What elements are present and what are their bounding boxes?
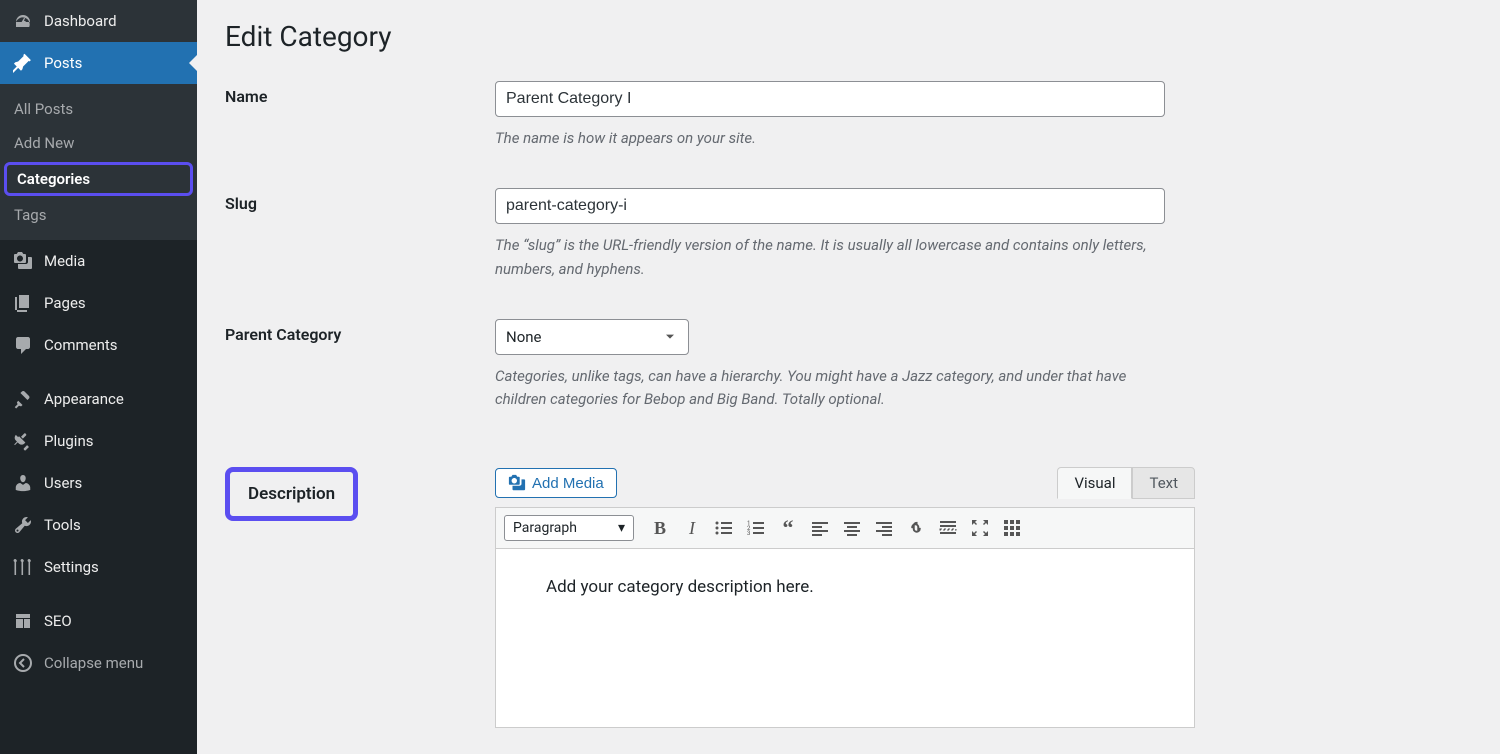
- help-name: The name is how it appears on your site.: [495, 127, 1155, 150]
- submenu-posts: All Posts Add New Categories Tags: [0, 84, 197, 240]
- align-left-button[interactable]: [806, 514, 834, 542]
- menu-label: Pages: [44, 294, 86, 312]
- label-name: Name: [225, 81, 495, 106]
- field-row-name: Name The name is how it appears on your …: [225, 81, 1472, 150]
- bold-button[interactable]: B: [646, 514, 674, 542]
- menu-label: Collapse menu: [44, 654, 143, 672]
- align-right-button[interactable]: [870, 514, 898, 542]
- seo-icon: [12, 610, 34, 632]
- submenu-categories[interactable]: Categories: [4, 162, 193, 196]
- menu-label: Appearance: [44, 390, 124, 408]
- add-media-label: Add Media: [532, 475, 604, 492]
- collapse-icon: [12, 652, 34, 674]
- admin-sidebar: Dashboard Posts All Posts Add New Catego…: [0, 0, 197, 754]
- label-description: Description: [248, 484, 335, 504]
- field-row-slug: Slug The “slug” is the URL-friendly vers…: [225, 188, 1472, 281]
- toolbar-toggle-button[interactable]: [998, 514, 1026, 542]
- editor-content[interactable]: Add your category description here.: [495, 548, 1195, 728]
- menu-item-posts[interactable]: Posts: [0, 42, 197, 84]
- menu-label: Media: [44, 252, 85, 270]
- menu-item-media[interactable]: Media: [0, 240, 197, 282]
- align-center-button[interactable]: [838, 514, 866, 542]
- menu-label: Tools: [44, 516, 81, 534]
- brush-icon: [12, 388, 34, 410]
- format-select[interactable]: Paragraph ▾: [504, 515, 634, 541]
- media-icon: [508, 474, 526, 492]
- bullet-list-button[interactable]: [710, 514, 738, 542]
- menu-item-users[interactable]: Users: [0, 462, 197, 504]
- chevron-down-icon: [662, 329, 678, 345]
- insert-more-button[interactable]: [934, 514, 962, 542]
- help-slug: The “slug” is the URL-friendly version o…: [495, 234, 1155, 281]
- caret-down-icon: ▾: [618, 520, 625, 536]
- menu-item-seo[interactable]: SEO: [0, 600, 197, 642]
- submenu-all-posts[interactable]: All Posts: [0, 92, 197, 126]
- add-media-button[interactable]: Add Media: [495, 468, 617, 498]
- menu-label: Settings: [44, 558, 99, 576]
- label-slug: Slug: [225, 188, 495, 213]
- select-parent-value: None: [506, 328, 542, 346]
- svg-text:3: 3: [747, 530, 750, 537]
- input-name[interactable]: [495, 81, 1165, 117]
- menu-item-plugins[interactable]: Plugins: [0, 420, 197, 462]
- plug-icon: [12, 430, 34, 452]
- editor-toolbar: Paragraph ▾ B I 123 “: [495, 507, 1195, 548]
- link-button[interactable]: [902, 514, 930, 542]
- select-parent[interactable]: None: [495, 319, 689, 355]
- comments-icon: [12, 334, 34, 356]
- sliders-icon: [12, 556, 34, 578]
- user-icon: [12, 472, 34, 494]
- wrench-icon: [12, 514, 34, 536]
- dashboard-icon: [12, 10, 34, 32]
- tab-visual[interactable]: Visual: [1057, 467, 1132, 499]
- menu-label: SEO: [44, 612, 72, 630]
- format-select-value: Paragraph: [513, 520, 577, 536]
- menu-collapse[interactable]: Collapse menu: [0, 642, 197, 684]
- page-title: Edit Category: [225, 20, 1472, 53]
- menu-label: Comments: [44, 336, 118, 354]
- menu-item-appearance[interactable]: Appearance: [0, 378, 197, 420]
- fullscreen-button[interactable]: [966, 514, 994, 542]
- menu-item-settings[interactable]: Settings: [0, 546, 197, 588]
- menu-item-tools[interactable]: Tools: [0, 504, 197, 546]
- menu-label: Posts: [44, 54, 82, 72]
- submenu-tags[interactable]: Tags: [0, 198, 197, 232]
- numbered-list-button[interactable]: 123: [742, 514, 770, 542]
- menu-label: Dashboard: [44, 12, 117, 30]
- label-parent: Parent Category: [225, 319, 495, 344]
- field-row-parent: Parent Category None Categories, unlike …: [225, 319, 1472, 412]
- help-parent: Categories, unlike tags, can have a hier…: [495, 365, 1155, 412]
- input-slug[interactable]: [495, 188, 1165, 224]
- menu-label: Plugins: [44, 432, 93, 450]
- description-label-highlight: Description: [225, 467, 358, 521]
- menu-item-pages[interactable]: Pages: [0, 282, 197, 324]
- blockquote-button[interactable]: “: [774, 514, 802, 542]
- menu-item-comments[interactable]: Comments: [0, 324, 197, 366]
- field-row-description: Description Add Media Visual Text Paragr…: [225, 467, 1472, 728]
- tab-text[interactable]: Text: [1132, 467, 1195, 499]
- submenu-add-new[interactable]: Add New: [0, 126, 197, 160]
- pages-icon: [12, 292, 34, 314]
- editor-text: Add your category description here.: [546, 577, 814, 597]
- content-area: Edit Category Name The name is how it ap…: [197, 0, 1500, 754]
- pin-icon: [12, 52, 34, 74]
- media-icon: [12, 250, 34, 272]
- menu-label: Users: [44, 474, 82, 492]
- menu-item-dashboard[interactable]: Dashboard: [0, 0, 197, 42]
- italic-button[interactable]: I: [678, 514, 706, 542]
